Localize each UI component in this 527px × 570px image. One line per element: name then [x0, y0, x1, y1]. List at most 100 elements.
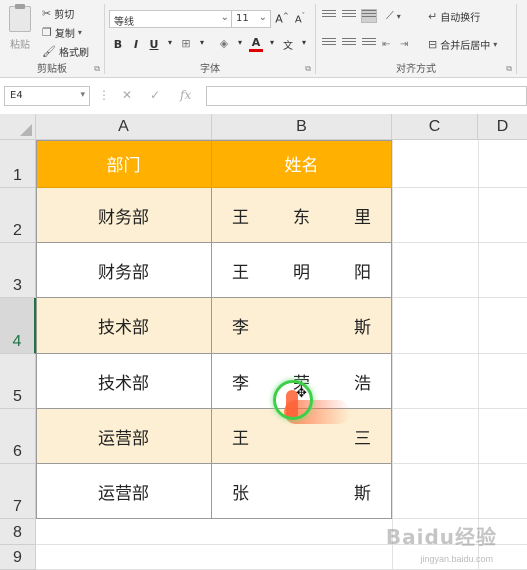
phonetic-dropdown-icon[interactable]: ▾ [297, 38, 311, 47]
align-right-icon[interactable] [362, 38, 376, 50]
decrease-font-button[interactable]: Aˇ [293, 12, 307, 26]
alignment-group-label: 对齐方式 [396, 64, 436, 75]
phonetic-button[interactable]: 文 [281, 37, 295, 52]
row-header-6[interactable]: 6 [0, 409, 36, 464]
insert-function-button[interactable]: fx [180, 88, 191, 102]
column-header-b[interactable]: B [212, 114, 392, 140]
cell-b7[interactable]: 张 斯 [212, 464, 392, 519]
alignment-launcher-icon[interactable]: ⧉ [506, 64, 512, 74]
row-header-3[interactable]: 3 [0, 243, 36, 298]
cell-b4[interactable]: 李 斯 [212, 298, 392, 354]
name-char: 阳 [354, 262, 371, 283]
cut-button[interactable]: ✂ 剪切 [42, 5, 74, 21]
font-color-button[interactable]: A [249, 37, 263, 52]
merge-icon: ⊟ [428, 37, 438, 51]
select-all-button[interactable] [0, 114, 36, 140]
name-char: 三 [354, 428, 371, 449]
column-header-d[interactable]: D [478, 114, 527, 140]
cell-a3[interactable]: 财务部 [36, 243, 212, 298]
name-char: 王 [232, 262, 249, 283]
gridline [392, 353, 527, 354]
paste-label: 粘贴 [10, 40, 30, 51]
paste-button[interactable]: 粘贴 [6, 4, 34, 60]
format-painter-button[interactable]: 🖌 格式刷 [42, 43, 89, 59]
cursor-highlight-ring [273, 380, 313, 420]
cell-b2[interactable]: 王 东 里 [212, 188, 392, 243]
row-header-7[interactable]: 7 [0, 464, 36, 519]
fill-color-icon[interactable]: ◈ [217, 37, 231, 50]
decrease-indent-icon[interactable]: ⇤ [382, 36, 390, 52]
cut-label: 剪切 [54, 9, 75, 21]
move-cursor-icon: ✥ [296, 386, 307, 401]
copy-button[interactable]: ❐ 复制 ▾ [42, 24, 82, 40]
row-header-4[interactable]: 4 [0, 298, 36, 354]
align-middle-icon[interactable] [342, 10, 356, 22]
name-char: 张 [232, 483, 249, 504]
cell-a5[interactable]: 技术部 [36, 354, 212, 409]
increase-indent-icon[interactable]: ⇥ [400, 36, 408, 52]
name-box[interactable]: E4 ▾ [4, 86, 90, 106]
align-bottom-icon[interactable] [361, 9, 377, 23]
font-name-select[interactable]: 等线 ⌄ [109, 10, 233, 28]
enter-icon[interactable]: ✓ [150, 88, 160, 102]
gridline [392, 408, 527, 409]
cell-a4[interactable]: 技术部 [36, 298, 212, 354]
row-header-5[interactable]: 5 [0, 354, 36, 409]
cell-a1[interactable]: 部门 [36, 140, 212, 188]
cancel-icon[interactable]: ✕ [122, 88, 132, 102]
merge-center-button[interactable]: ⊟ 合并后居中 ▾ [428, 36, 497, 52]
orientation-icon: ⟋ [386, 9, 394, 22]
font-launcher-icon[interactable]: ⧉ [305, 64, 311, 74]
increase-font-button[interactable]: A^ [275, 12, 289, 26]
clipboard-group: 粘贴 ✂ 剪切 ❐ 复制 ▾ 🖌 格式刷 剪贴板 ⧉ [0, 0, 104, 78]
font-color-dropdown-icon[interactable]: ▾ [265, 38, 279, 47]
watermark: Baidu经验 [385, 525, 497, 549]
column-header-c[interactable]: C [392, 114, 478, 140]
gridline [392, 242, 527, 243]
borders-dropdown-icon[interactable]: ▾ [195, 38, 209, 47]
underline-dropdown-icon[interactable]: ▾ [163, 38, 177, 47]
formula-buttons: ✕ ✓ fx [110, 86, 206, 106]
row-header-8[interactable]: 8 [0, 519, 36, 545]
row-header-2[interactable]: 2 [0, 188, 36, 243]
name-char: 斯 [354, 318, 371, 338]
cell-b1[interactable]: 姓名 [212, 140, 392, 188]
gridline [392, 463, 527, 464]
gridline [392, 297, 527, 298]
underline-button[interactable]: U [147, 38, 161, 51]
name-box-value: E4 [10, 90, 23, 101]
column-header-a[interactable]: A [36, 114, 212, 140]
gridline [392, 140, 393, 570]
align-left-icon[interactable] [322, 38, 336, 50]
cell-a6[interactable]: 运营部 [36, 409, 212, 464]
copy-icon: ❐ [42, 25, 52, 39]
font-group: 等线 ⌄ 11 ⌄ A^ Aˇ B I U ▾ ⊞ ▾ ◈ ▾ A ▾ 文 ▾ … [105, 0, 315, 78]
cell-a2[interactable]: 财务部 [36, 188, 212, 243]
bold-button[interactable]: B [111, 38, 125, 51]
department-value: 技术部 [98, 318, 149, 338]
formula-bar: E4 ▾ ⋮ ✕ ✓ fx [0, 84, 527, 108]
row-header-9[interactable]: 9 [0, 545, 36, 570]
watermark-url: jingyan.baidu.com [420, 554, 493, 564]
gridline [392, 187, 527, 188]
align-center-icon[interactable] [342, 38, 356, 50]
font-size-value: 11 [236, 13, 249, 24]
chevron-down-icon: ▾ [493, 39, 498, 49]
row-header-1[interactable]: 1 [0, 140, 36, 188]
name-char: 斯 [354, 483, 371, 504]
align-top-icon[interactable] [322, 10, 336, 22]
formula-input[interactable] [206, 86, 527, 106]
clipboard-launcher-icon[interactable]: ⧉ [94, 64, 100, 74]
clipboard-group-label: 剪贴板 [37, 64, 67, 75]
wrap-text-button[interactable]: ↵ 自动换行 [428, 8, 480, 24]
chevron-down-icon: ⌄ [220, 12, 229, 23]
italic-button[interactable]: I [129, 38, 143, 51]
font-size-select[interactable]: 11 ⌄ [231, 10, 271, 28]
font-group-label: 字体 [200, 64, 220, 75]
fill-dropdown-icon[interactable]: ▾ [233, 38, 247, 47]
cell-b3[interactable]: 王 明 阳 [212, 243, 392, 298]
orientation-button[interactable]: ⟋ ▾ [386, 8, 401, 24]
brush-icon: 🖌 [42, 44, 56, 58]
borders-icon[interactable]: ⊞ [179, 37, 193, 50]
cell-a7[interactable]: 运营部 [36, 464, 212, 519]
